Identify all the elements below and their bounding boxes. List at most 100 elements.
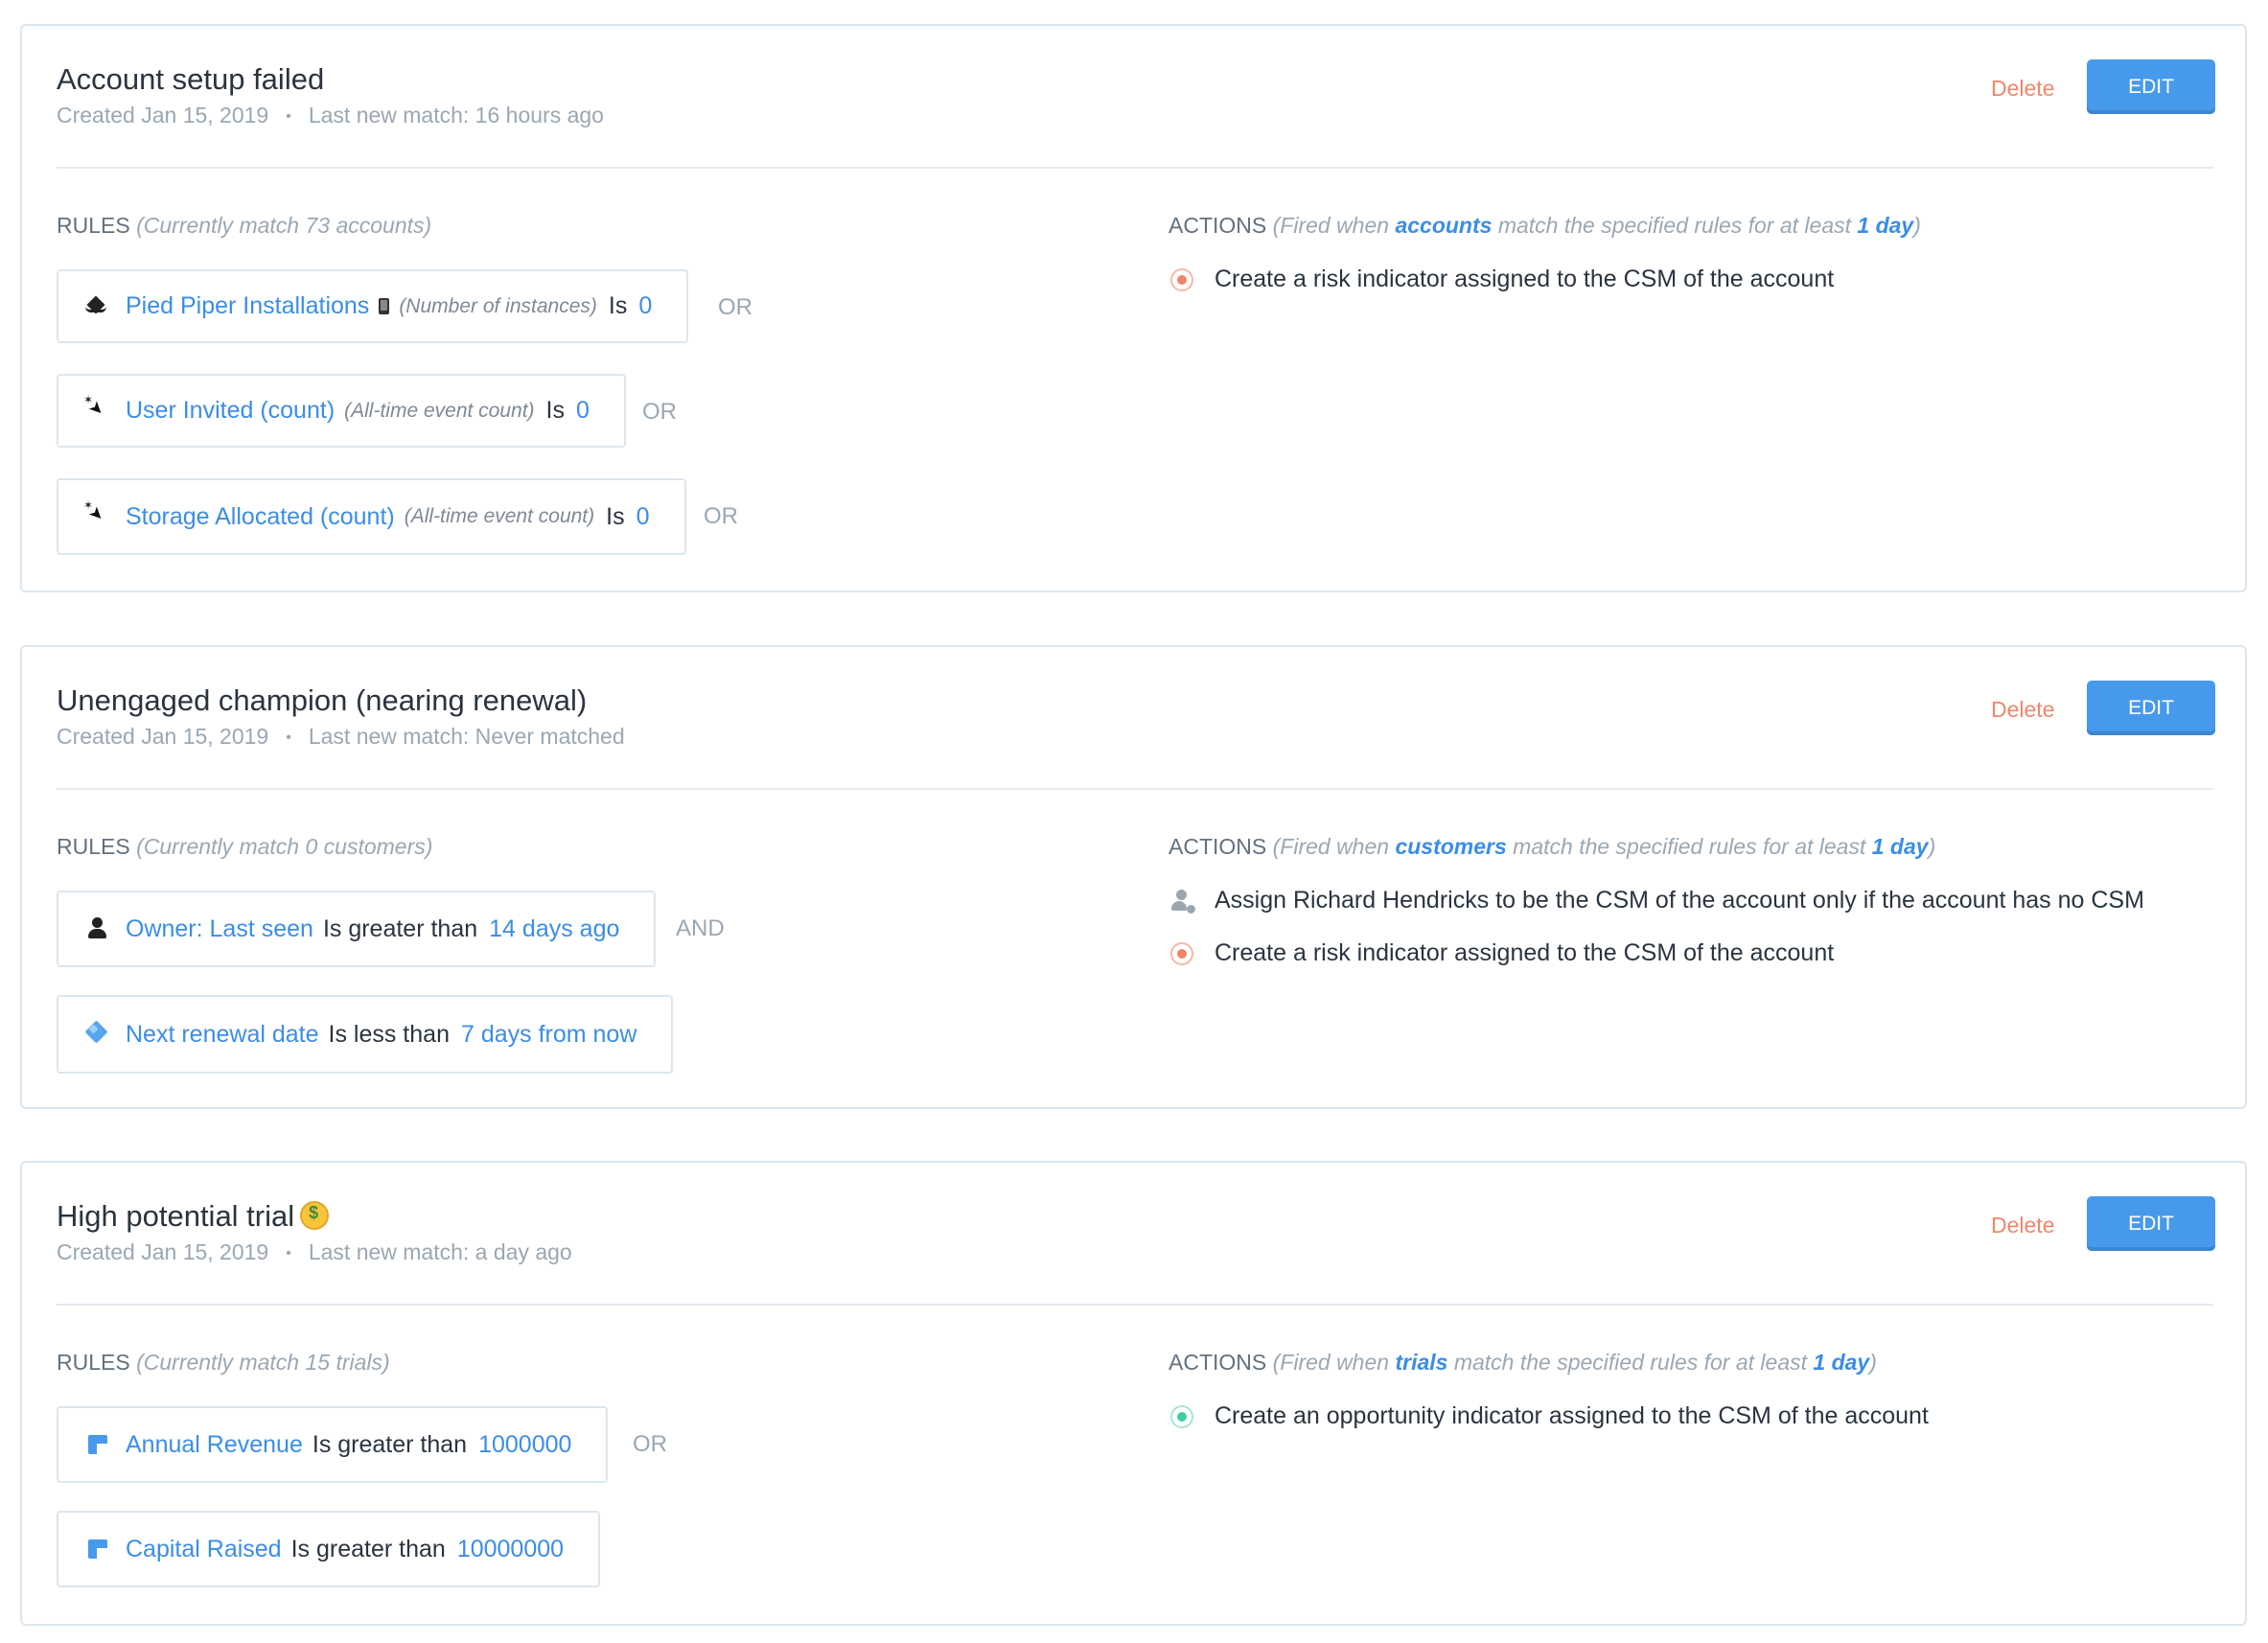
- rule-field[interactable]: Pied Piper Installations: [126, 292, 369, 320]
- money-mouth-face-emoji: [300, 1201, 330, 1230]
- rule-value[interactable]: 0: [576, 397, 590, 425]
- divider: [57, 788, 2213, 790]
- fired-when-text: (Fired when: [1272, 213, 1390, 238]
- rules-heading: RULES (Currently match 73 accounts): [57, 213, 431, 239]
- rule-connector: OR: [704, 503, 738, 529]
- edit-button[interactable]: EDIT: [2087, 681, 2215, 735]
- custom-field-icon: [85, 1432, 110, 1457]
- entity-type: accounts: [1395, 213, 1493, 238]
- divider: [57, 1304, 2213, 1306]
- actions-heading: ACTIONS (Fired when customers match the …: [1169, 834, 1935, 860]
- playbook-list: Account setup failed Created Jan 15, 201…: [0, 0, 2268, 1643]
- close-paren: ): [1913, 213, 1921, 238]
- card-title-text: High potential trial: [57, 1199, 295, 1233]
- opportunity-indicator-icon: [1170, 1404, 1193, 1428]
- rule-operator: Is: [606, 502, 625, 530]
- action-item: Assign Richard Hendricks to be the CSM o…: [1170, 887, 2144, 915]
- rule-condition[interactable]: Capital Raised Is greater than 10000000: [57, 1511, 601, 1587]
- actions-label: ACTIONS: [1169, 213, 1267, 238]
- card-title: High potential trial: [57, 1199, 330, 1234]
- close-paren: ): [1928, 834, 1936, 859]
- rule-field[interactable]: Next renewal date: [126, 1021, 319, 1049]
- rule-operator: Is: [545, 397, 565, 424]
- rules-match-note: (Currently match 0 customers): [136, 834, 433, 859]
- click-event-icon: [83, 498, 110, 529]
- rules-match-note: (Currently match 73 accounts): [136, 213, 432, 238]
- rules-match-note: (Currently match 15 trials): [136, 1350, 390, 1375]
- last-match: Last new match: a day ago: [308, 1239, 572, 1264]
- card-meta: Created Jan 15, 2019 • Last new match: 16 …: [57, 103, 604, 128]
- rule-operator: Is greater than: [290, 1535, 446, 1562]
- created-date: Created Jan 15, 2019: [57, 103, 269, 127]
- rule-value[interactable]: 14 days ago: [489, 915, 619, 943]
- action-item: Create an opportunity indicator assigned…: [1170, 1402, 1929, 1430]
- rule-value[interactable]: 7 days from now: [461, 1021, 636, 1049]
- match-duration-text: match the specified rules for at least: [1513, 834, 1866, 859]
- rule-condition[interactable]: Next renewal date Is less than 7 days fr…: [57, 995, 674, 1074]
- duration-value: 1 day: [1871, 834, 1929, 859]
- actions-heading: ACTIONS (Fired when accounts match the s…: [1169, 213, 1921, 239]
- rule-value[interactable]: 0: [636, 503, 650, 531]
- match-duration-text: match the specified rules for at least: [1453, 1350, 1808, 1375]
- action-text: Create a risk indicator assigned to the …: [1215, 939, 1835, 966]
- rule-field[interactable]: Capital Raised: [126, 1536, 282, 1563]
- rule-operator: Is greater than: [322, 914, 478, 942]
- entity-type: customers: [1395, 834, 1507, 859]
- delete-button[interactable]: Delete: [1991, 1213, 2054, 1238]
- assign-user-icon: [1170, 889, 1197, 915]
- rules-label: RULES: [57, 1350, 130, 1375]
- rule-value[interactable]: 0: [638, 292, 652, 320]
- rule-connector: OR: [633, 1431, 667, 1457]
- rule-field[interactable]: User Invited (count): [126, 397, 335, 425]
- rule-field-subtype: (All-time event count): [404, 505, 595, 527]
- risk-indicator-icon: [1170, 267, 1193, 291]
- rule-field[interactable]: Storage Allocated (count): [126, 503, 395, 531]
- card-meta: Created Jan 15, 2019 • Last new match: a d…: [57, 1239, 572, 1265]
- actions-heading: ACTIONS (Fired when trials match the spe…: [1169, 1350, 1877, 1376]
- user-icon: [85, 916, 110, 941]
- custom-field-icon: [85, 1537, 110, 1562]
- rules-heading: RULES (Currently match 0 customers): [57, 834, 432, 860]
- action-item: Create a risk indicator assigned to the …: [1170, 939, 1834, 967]
- edit-button[interactable]: EDIT: [2087, 1196, 2215, 1251]
- divider: [57, 167, 2213, 169]
- close-paren: ): [1869, 1350, 1877, 1375]
- playbook-card: Unengaged champion (nearing renewal) Cre…: [20, 645, 2247, 1109]
- rule-condition[interactable]: Owner: Last seen Is greater than 14 days…: [57, 891, 657, 967]
- meta-separator: •: [286, 108, 291, 125]
- rule-field[interactable]: Annual Revenue: [126, 1431, 303, 1459]
- rule-value[interactable]: 1000000: [478, 1431, 571, 1459]
- rule-connector: OR: [718, 294, 752, 320]
- rule-condition[interactable]: Pied Piper Installations (Number of inst…: [57, 269, 689, 343]
- mobile-phone-icon: [379, 298, 390, 314]
- delete-button[interactable]: Delete: [1991, 76, 2054, 102]
- diamond-icon: [85, 1022, 110, 1047]
- rule-field-subtype: (All-time event count): [344, 399, 535, 422]
- meta-separator: •: [286, 1245, 291, 1261]
- entity-type: trials: [1395, 1350, 1448, 1375]
- edit-button[interactable]: EDIT: [2087, 59, 2215, 114]
- match-duration-text: match the specified rules for at least: [1497, 213, 1852, 238]
- rule-value[interactable]: 10000000: [457, 1536, 564, 1563]
- actions-label: ACTIONS: [1169, 834, 1267, 859]
- actions-label: ACTIONS: [1169, 1350, 1267, 1375]
- layers-icon: [85, 294, 110, 319]
- action-text: Create an opportunity indicator assigned…: [1215, 1402, 1929, 1429]
- created-date: Created Jan 15, 2019: [57, 724, 269, 749]
- delete-button[interactable]: Delete: [1991, 697, 2054, 723]
- last-match: Last new match: 16 hours ago: [308, 103, 604, 127]
- duration-value: 1 day: [1813, 1350, 1870, 1375]
- action-item: Create a risk indicator assigned to the …: [1170, 266, 1834, 293]
- last-match: Last new match: Never matched: [308, 724, 625, 749]
- rule-condition[interactable]: Storage Allocated (count) (All-time even…: [57, 478, 686, 555]
- click-event-icon: [83, 393, 110, 424]
- rule-condition[interactable]: Annual Revenue Is greater than 1000000: [57, 1406, 609, 1483]
- rule-field[interactable]: Owner: Last seen: [126, 915, 313, 943]
- created-date: Created Jan 15, 2019: [57, 1239, 269, 1264]
- rule-condition[interactable]: User Invited (count) (All-time event cou…: [57, 374, 626, 448]
- rule-connector: AND: [676, 915, 725, 941]
- rule-connector: OR: [642, 399, 677, 425]
- action-text: Create a risk indicator assigned to the …: [1215, 266, 1835, 292]
- rule-operator: Is greater than: [312, 1430, 468, 1458]
- rules-label: RULES: [57, 213, 130, 238]
